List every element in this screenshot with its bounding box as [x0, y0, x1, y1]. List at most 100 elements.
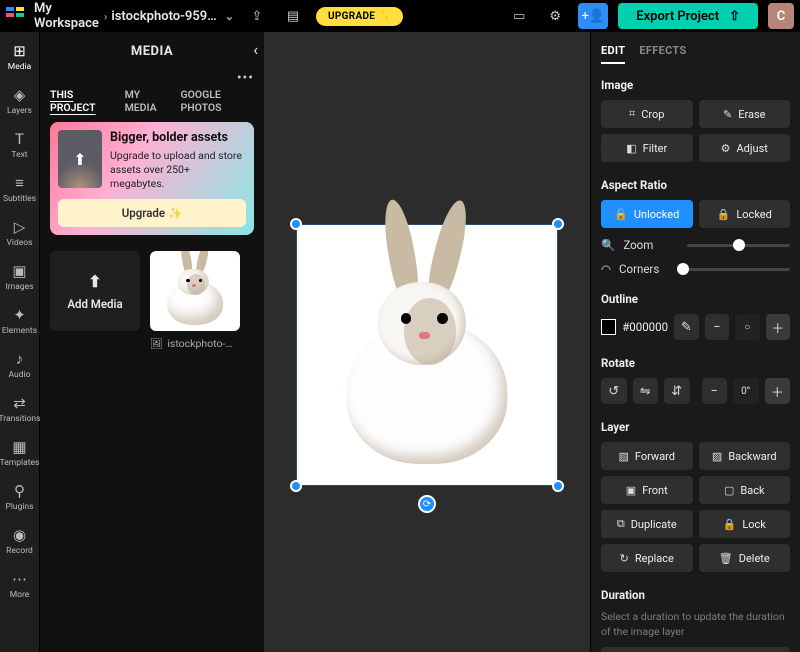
promo-body: Upgrade to upload and store assets over … — [110, 149, 246, 192]
rail-transitions[interactable]: ⇄Transitions — [0, 390, 40, 432]
rotate-handle[interactable]: ⟳ — [418, 495, 436, 513]
app-logo[interactable] — [6, 7, 24, 25]
rail-subtitles[interactable]: ≡Subtitles — [0, 170, 40, 212]
forward-button[interactable]: ▧Forward — [601, 442, 693, 470]
rail-elements[interactable]: ✦Elements — [0, 302, 40, 344]
angle-value: 0° — [733, 378, 759, 404]
outline-hex: #000000 — [622, 320, 668, 334]
front-button[interactable]: ▣Front — [601, 476, 693, 504]
audio-icon: ♪ — [16, 352, 24, 367]
filter-button[interactable]: ◧Filter — [601, 134, 693, 162]
back-button[interactable]: ▢Back — [699, 476, 791, 504]
upgrade-promo: ⬆ Bigger, bolder assets Upgrade to uploa… — [50, 122, 254, 235]
image-file-icon: 🖼 — [150, 337, 163, 350]
tab-effects[interactable]: EFFECTS — [639, 44, 686, 64]
asset-thumbnail[interactable] — [150, 251, 240, 331]
resize-handle-bl[interactable] — [290, 480, 302, 492]
replace-icon: ↻ — [620, 552, 629, 565]
collapse-panel-icon[interactable]: ‹ — [253, 40, 258, 59]
unlocked-button[interactable]: 🔓Unlocked — [601, 200, 693, 228]
plugins-icon: ⚲ — [14, 484, 25, 499]
rail-videos[interactable]: ▷Videos — [0, 214, 40, 256]
rail-record[interactable]: ◉Record — [0, 522, 40, 564]
locked-button[interactable]: 🔒Locked — [699, 200, 791, 228]
avatar[interactable]: C — [768, 3, 794, 29]
bunny-image — [297, 225, 557, 485]
zoom-label: Zoom — [623, 238, 679, 252]
duplicate-icon: ⧉ — [617, 517, 625, 531]
media-panel: MEDIA ‹ ••• THIS PROJECT MY MEDIA GOOGLE… — [40, 32, 264, 652]
canvas[interactable]: ⟳ — [264, 32, 590, 652]
tab-edit[interactable]: EDIT — [601, 44, 625, 64]
flip-h-button[interactable]: ⇋ — [633, 378, 659, 404]
topbar: My Workspace › istockphoto-95986660… ⌄ ⇪… — [0, 0, 800, 32]
add-media-button[interactable]: ⬆ Add Media — [50, 251, 140, 331]
rail-templates[interactable]: ▦Templates — [0, 434, 40, 476]
promo-upgrade-button[interactable]: Upgrade ✨ — [58, 199, 246, 227]
duration-select[interactable]: 0s (Image) ⌄ — [601, 647, 790, 652]
angle-increase[interactable]: ＋ — [765, 378, 791, 404]
lock-icon: 🔒 — [723, 518, 737, 531]
export-button[interactable]: Export Project ⇧ — [618, 3, 758, 29]
unlock-icon: 🔓 — [614, 208, 628, 221]
upload-icon: ⬆ — [58, 130, 102, 188]
outline-decrease[interactable]: − — [705, 314, 729, 340]
invite-button[interactable]: +👤 — [578, 3, 608, 29]
media-tabs: THIS PROJECT MY MEDIA GOOGLE PHOTOS — [50, 88, 254, 122]
tab-google-photos[interactable]: GOOGLE PHOTOS — [180, 88, 254, 114]
rail-media[interactable]: ⊞Media — [0, 38, 40, 80]
tab-this-project[interactable]: THIS PROJECT — [50, 88, 113, 114]
tab-my-media[interactable]: MY MEDIA — [125, 88, 169, 114]
resize-handle-br[interactable] — [552, 480, 564, 492]
share-icon[interactable]: ⇪ — [244, 3, 270, 29]
section-duration: Duration — [601, 588, 790, 602]
upgrade-button[interactable]: UPGRADE ✨ — [316, 7, 403, 26]
outline-increase[interactable]: ＋ — [766, 314, 790, 340]
panel-menu-icon[interactable]: ••• — [237, 70, 254, 86]
outline-value: ○ — [735, 314, 759, 340]
subtitles-icon: ≡ — [15, 176, 24, 191]
resize-handle-tr[interactable] — [552, 218, 564, 230]
rail-images[interactable]: ▣Images — [0, 258, 40, 300]
comment-icon[interactable]: ▭ — [506, 3, 532, 29]
text-icon: T — [15, 132, 24, 147]
zoom-slider[interactable] — [687, 244, 790, 247]
selected-image[interactable]: ⟳ — [297, 225, 557, 485]
backward-button[interactable]: ▨Backward — [699, 442, 791, 470]
rail-more[interactable]: ⋯More — [0, 566, 40, 608]
backward-icon: ▨ — [712, 450, 722, 463]
export-icon: ⇧ — [729, 9, 740, 24]
rail-layers[interactable]: ◈Layers — [0, 82, 40, 124]
rotate-ccw-button[interactable]: ↺ — [601, 378, 627, 404]
eyedropper-icon[interactable]: ✎ — [674, 314, 698, 340]
rail-plugins[interactable]: ⚲Plugins — [0, 478, 40, 520]
front-icon: ▣ — [626, 484, 636, 497]
corners-slider[interactable] — [683, 268, 790, 271]
rail-audio[interactable]: ♪Audio — [0, 346, 40, 388]
adjust-button[interactable]: ⚙Adjust — [699, 134, 791, 162]
replace-button[interactable]: ↻Replace — [601, 544, 693, 572]
video-icon: ▷ — [14, 220, 26, 235]
corners-icon: ◠ — [601, 262, 611, 276]
erase-button[interactable]: ✎Erase — [699, 100, 791, 128]
section-image: Image — [601, 78, 790, 92]
bunny-image — [150, 251, 240, 331]
duplicate-button[interactable]: ⧉Duplicate — [601, 510, 693, 538]
crop-button[interactable]: ⌗Crop — [601, 100, 693, 128]
settings-icon[interactable]: ⚙ — [542, 3, 568, 29]
media-icon: ⊞ — [13, 44, 26, 59]
lock-button[interactable]: 🔒Lock — [699, 510, 791, 538]
delete-button[interactable]: 🗑Delete — [699, 544, 791, 572]
more-icon: ⋯ — [12, 572, 27, 587]
angle-decrease[interactable]: − — [702, 378, 728, 404]
lock-icon: 🔒 — [717, 208, 731, 221]
flip-v-button[interactable]: ⇵ — [664, 378, 690, 404]
rail-text[interactable]: TText — [0, 126, 40, 168]
chevron-down-icon[interactable]: ⌄ — [225, 10, 234, 23]
outline-color-swatch[interactable] — [601, 319, 616, 335]
crop-icon: ⌗ — [629, 107, 635, 121]
notes-icon[interactable]: ▤ — [280, 3, 306, 29]
breadcrumb[interactable]: My Workspace › istockphoto-95986660… ⌄ — [34, 1, 234, 31]
inspector: EDIT EFFECTS Image ⌗Crop ✎Erase ◧Filter … — [590, 32, 800, 652]
resize-handle-tl[interactable] — [290, 218, 302, 230]
